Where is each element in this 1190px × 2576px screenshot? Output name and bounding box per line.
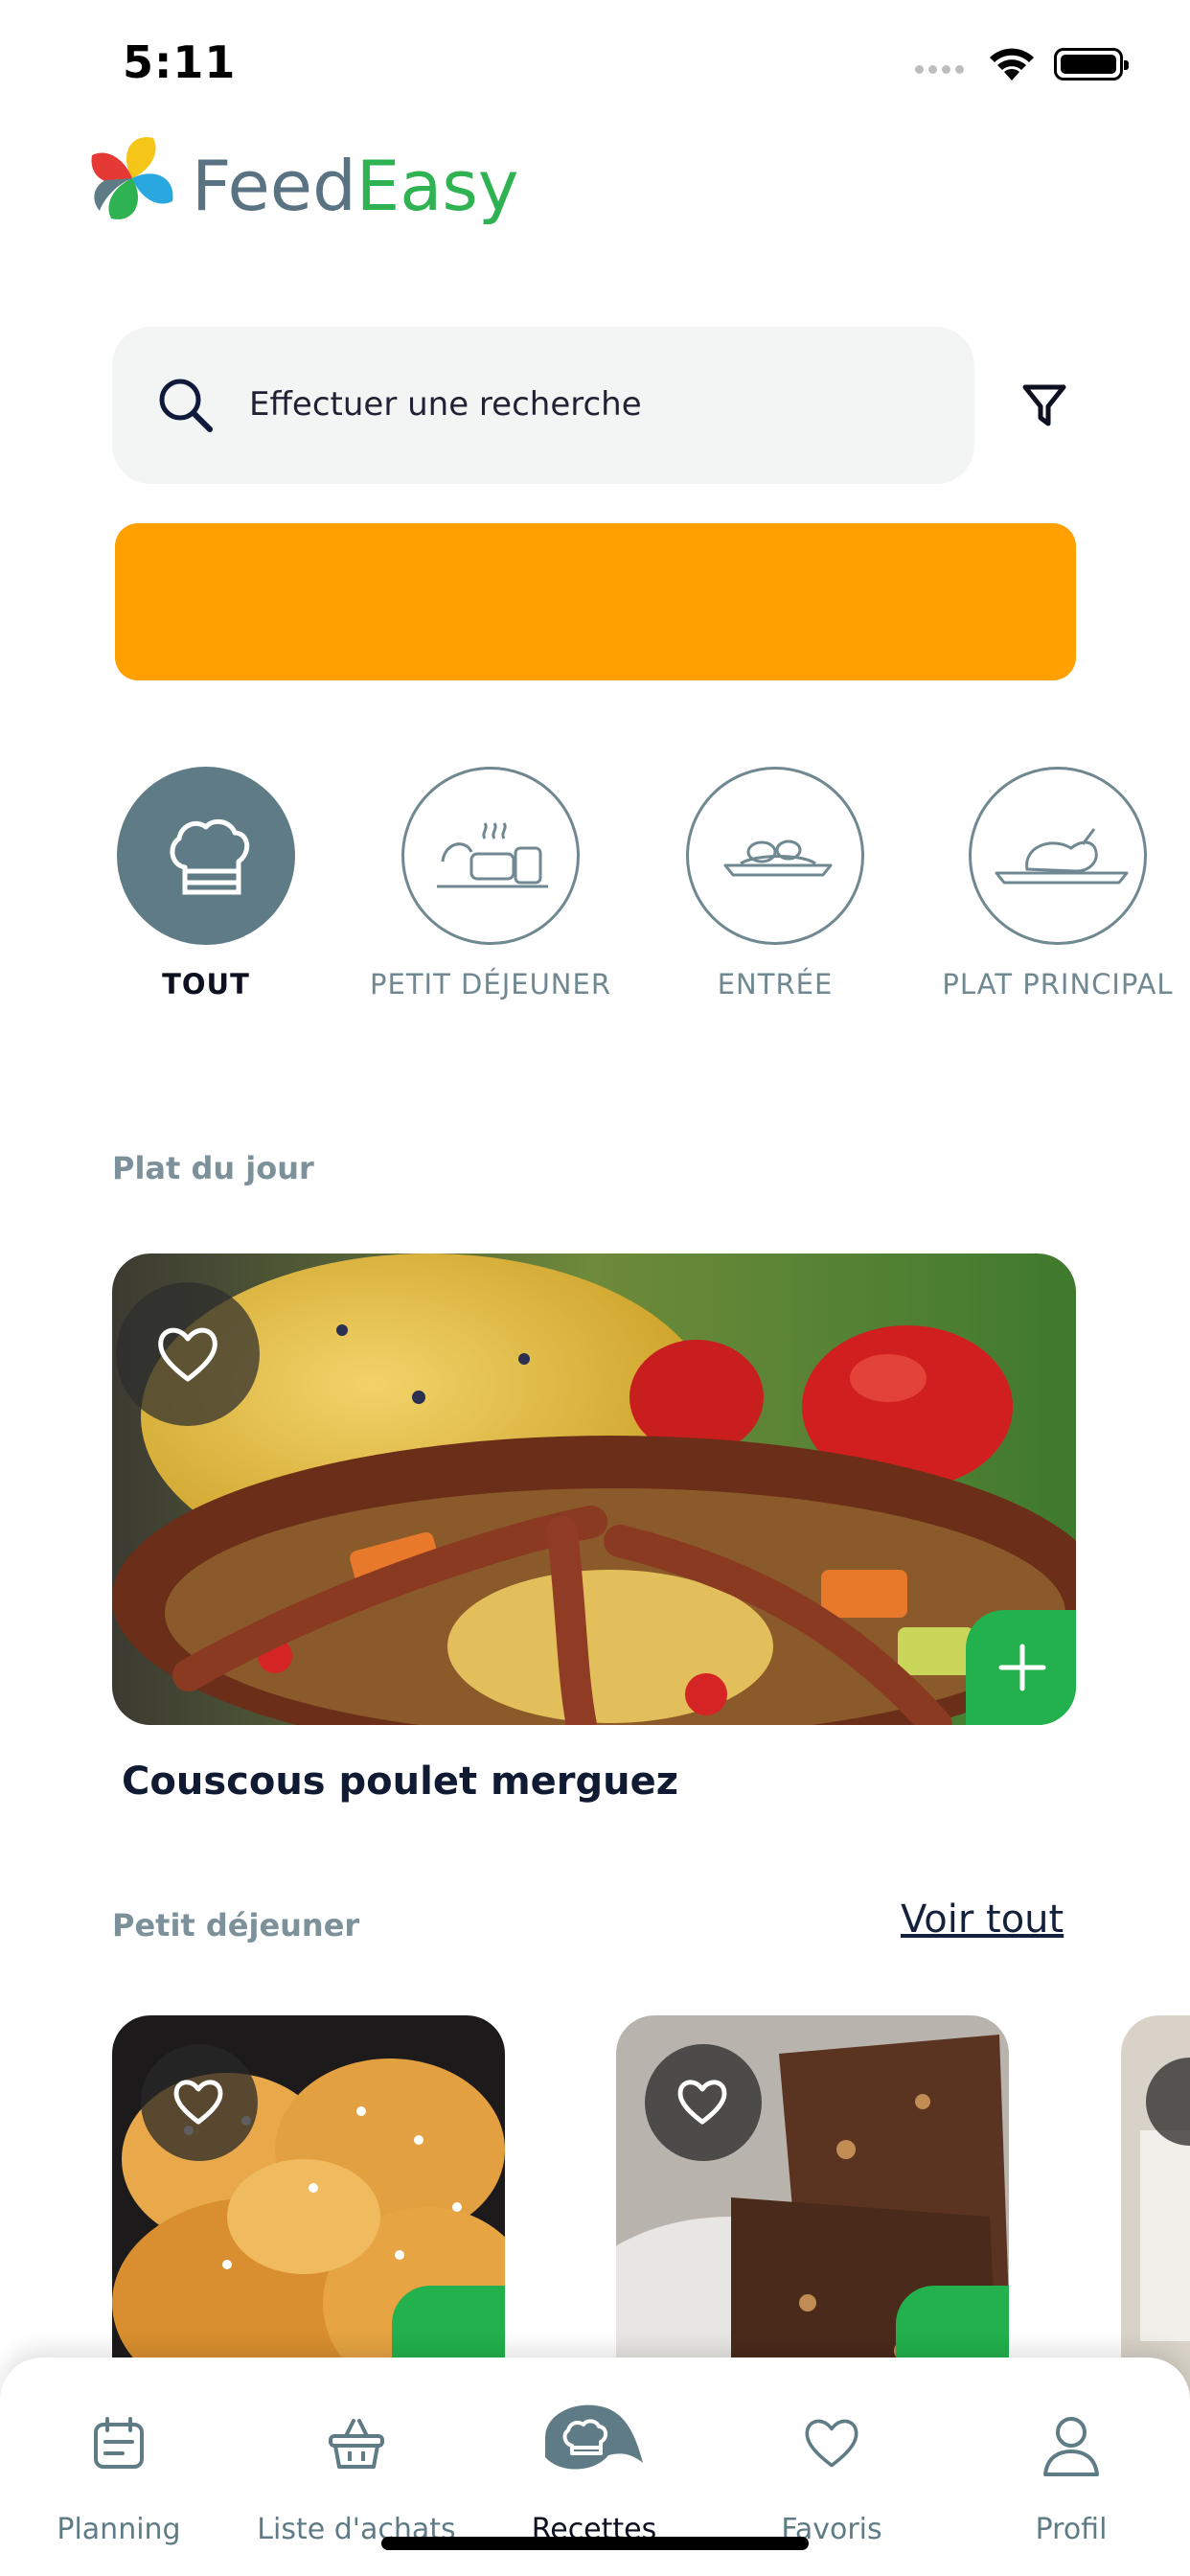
category-petit-dejeuner[interactable] (401, 767, 580, 945)
calendar-icon (94, 2417, 144, 2469)
chef-hat-icon (545, 2404, 643, 2470)
heart-icon (805, 2419, 858, 2468)
heart-icon (173, 2080, 223, 2125)
basket-icon (329, 2419, 384, 2469)
signal-icon (915, 59, 969, 78)
category-tout[interactable] (117, 767, 295, 945)
category-plat-principal[interactable] (969, 767, 1147, 945)
heart-icon (158, 1327, 217, 1382)
nav-label-planning: Planning (57, 2513, 181, 2546)
breakfast-icon (437, 822, 548, 888)
heart-icon (677, 2080, 727, 2125)
promo-banner[interactable] (115, 523, 1076, 680)
chef-hat-icon (170, 818, 250, 895)
home-indicator[interactable] (381, 2537, 809, 2550)
section-title-plat-du-jour: Plat du jour (112, 1150, 314, 1186)
brand-name: FeedEasy (192, 146, 519, 226)
section-title-petit-dejeuner: Petit déjeuner (112, 1907, 360, 1944)
battery-icon (1054, 48, 1129, 80)
main-course-icon (995, 828, 1129, 885)
category-label-entree[interactable]: ENTRÉE (679, 968, 871, 1000)
couscous-photo (112, 1254, 1076, 1725)
nav-label-profile: Profil (1035, 2513, 1108, 2546)
add-to-plan-button[interactable] (966, 1610, 1076, 1725)
search-placeholder[interactable]: Effectuer une recherche (249, 385, 642, 424)
search-icon[interactable] (156, 376, 216, 439)
featured-recipe-title[interactable]: Couscous poulet merguez (122, 1760, 678, 1804)
category-label-tout[interactable]: TOUT (117, 968, 295, 1000)
category-label-plat-principal[interactable]: PLAT PRINCIPAL (926, 968, 1190, 1000)
favorite-button[interactable] (116, 1282, 260, 1426)
category-entree[interactable] (686, 767, 864, 945)
filter-icon[interactable] (1020, 381, 1068, 433)
nav-profile[interactable]: Profil (975, 2358, 1167, 2576)
feedeasy-logo-icon (80, 126, 184, 234)
category-label-petit-dejeuner[interactable]: PETIT DÉJEUNER (356, 968, 625, 1000)
status-time: 5:11 (123, 36, 237, 88)
plus-icon (998, 1644, 1046, 1691)
see-all-link[interactable]: Voir tout (901, 1898, 1064, 1942)
brand-name-easy: Easy (355, 146, 519, 226)
nav-planning[interactable]: Planning (23, 2358, 215, 2576)
favorite-button[interactable] (645, 2044, 762, 2161)
brand-name-feed: Feed (192, 146, 356, 226)
favorite-button[interactable] (141, 2044, 258, 2161)
starter-plate-icon (723, 840, 833, 877)
user-icon (1043, 2417, 1099, 2476)
featured-recipe-card[interactable] (112, 1254, 1076, 1725)
wifi-icon (987, 44, 1037, 86)
